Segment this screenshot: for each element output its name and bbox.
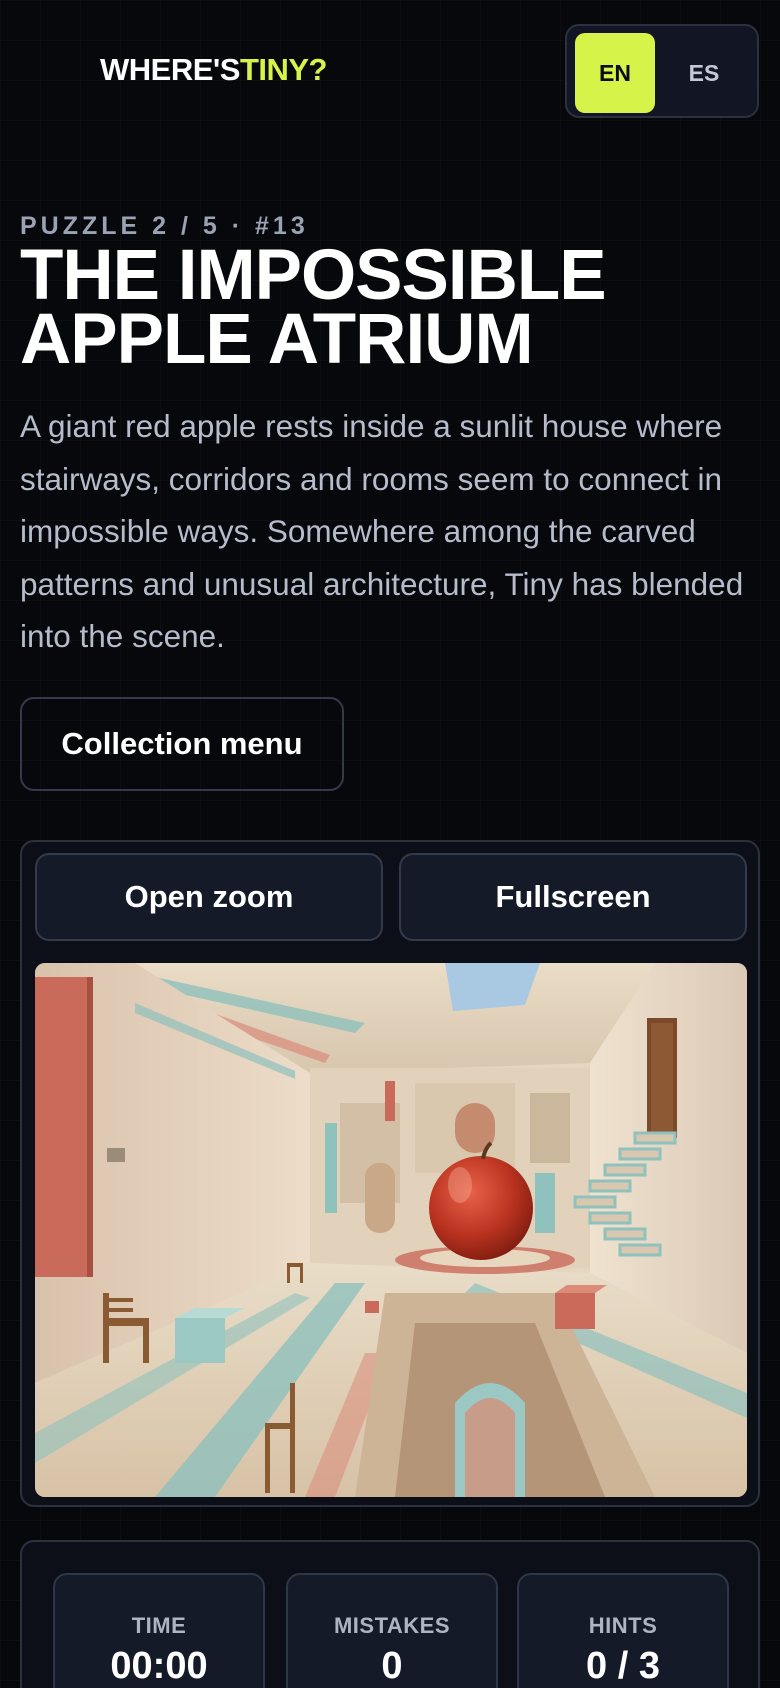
stat-time: TIME 00:00 — [53, 1573, 265, 1688]
stat-hints-value: 0 / 3 — [586, 1645, 660, 1687]
logo-accent: TINY? — [239, 52, 328, 87]
puzzle-description: A giant red apple rests inside a sunlit … — [20, 408, 744, 654]
stat-hints: HINTS 0 / 3 — [517, 1573, 729, 1688]
stat-mistakes: MISTAKES 0 — [286, 1573, 498, 1688]
stat-mistakes-value: 0 — [381, 1645, 403, 1687]
logo[interactable]: WHERE'STINY? — [100, 52, 328, 88]
collection-menu-button[interactable]: Collection menu — [20, 697, 344, 791]
puzzle-image[interactable] — [35, 963, 747, 1497]
language-en-button[interactable]: EN — [575, 33, 655, 113]
app-header: WHERE'STINY? EN ES — [0, 0, 780, 150]
logo-prefix: WHERE'S — [100, 52, 240, 87]
language-switcher: EN ES — [565, 24, 759, 118]
open-zoom-button[interactable]: Open zoom — [35, 853, 383, 941]
stat-hints-label: HINTS — [588, 1613, 658, 1638]
stat-time-label: TIME — [131, 1613, 187, 1638]
stat-time-value: 00:00 — [110, 1645, 208, 1687]
puzzle-scene-illustration — [35, 963, 747, 1497]
fullscreen-button[interactable]: Fullscreen — [399, 853, 747, 941]
puzzle-viewer: Open zoom Fullscreen — [20, 840, 760, 1507]
puzzle-title: THE IMPOSSIBLE APPLE ATRIUM — [20, 236, 607, 379]
stat-mistakes-label: MISTAKES — [333, 1613, 451, 1638]
stats-panel: TIME 00:00 MISTAKES 0 HINTS 0 / 3 — [20, 1540, 760, 1688]
language-es-button[interactable]: ES — [664, 33, 744, 113]
